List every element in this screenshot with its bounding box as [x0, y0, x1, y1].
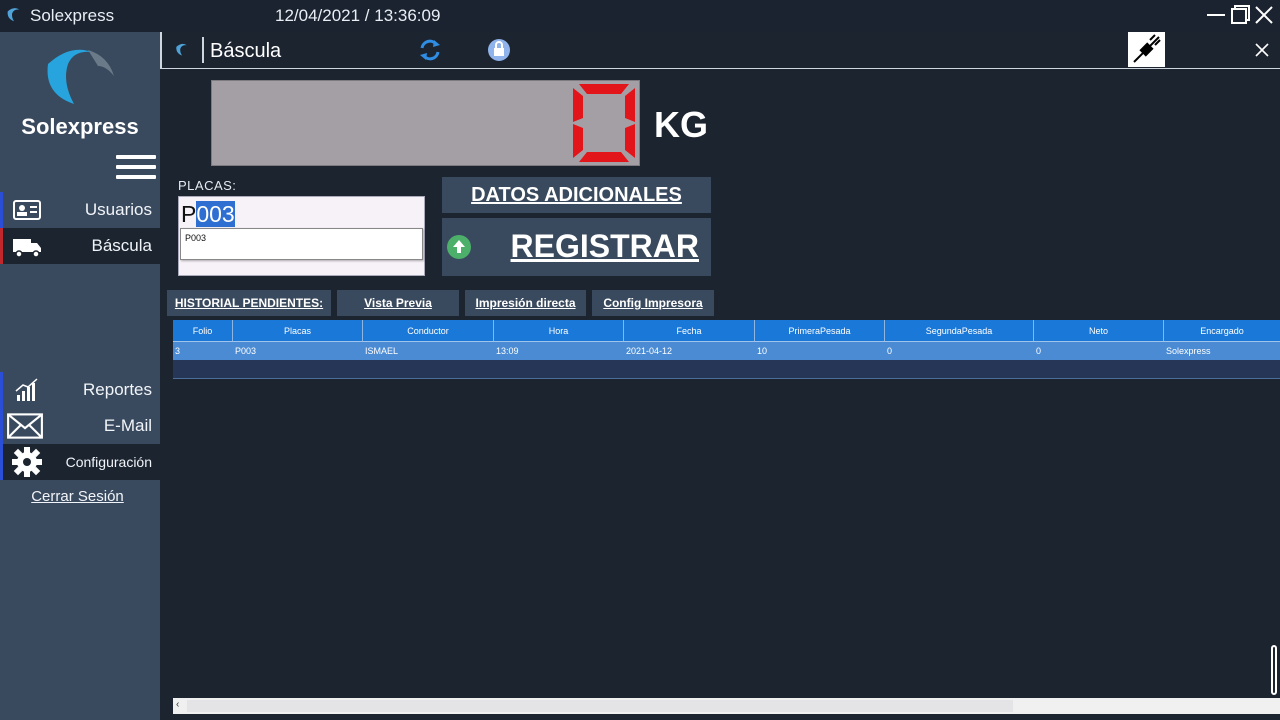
page-title: Báscula	[210, 40, 282, 62]
header-divider	[202, 37, 204, 63]
registrar-button[interactable]: REGISTRAR	[442, 218, 711, 276]
column-header[interactable]: Encargado	[1164, 320, 1280, 341]
scale-reading-text: 0	[604, 131, 605, 133]
table-new-row[interactable]	[173, 360, 1280, 379]
horizontal-scrollbar[interactable]: ‹	[173, 698, 1280, 714]
column-header[interactable]: Folio	[173, 320, 233, 341]
app-logo-icon	[176, 43, 187, 56]
sidebar-item-bascula[interactable]: Báscula	[0, 228, 160, 264]
cell-placas: P003	[235, 346, 257, 356]
datos-adicionales-button[interactable]: DATOS ADICIONALES	[442, 177, 711, 213]
column-header[interactable]: PrimeraPesada	[755, 320, 885, 341]
plug-icon	[1133, 34, 1161, 63]
cell-segunda-pesada: 0	[887, 346, 893, 356]
column-header[interactable]: Fecha	[624, 320, 755, 341]
historial-pendientes-button[interactable]: HISTORIAL PENDIENTES:	[167, 290, 331, 316]
title-bar: Solexpress 12/04/2021 / 13:36:09	[0, 0, 1280, 32]
cell-encargado: Solexpress	[1166, 346, 1211, 356]
bar-chart-icon	[15, 378, 38, 401]
sidebar-item-configuracion[interactable]: Configuración	[0, 444, 160, 480]
close-window-icon[interactable]	[1253, 4, 1275, 26]
disconnect-button[interactable]	[1128, 32, 1165, 67]
pending-table[interactable]: Folio Placas Conductor Hora Fecha Primer…	[173, 320, 1280, 379]
cell-folio: 3	[175, 346, 181, 356]
scrollbar-thumb[interactable]	[187, 700, 1013, 712]
cell-neto: 0	[1036, 346, 1042, 356]
refresh-icon[interactable]	[418, 38, 442, 62]
gear-icon	[12, 447, 42, 477]
sidebar-item-reportes[interactable]: Reportes	[0, 372, 160, 408]
envelope-icon	[7, 413, 43, 439]
sidebar-item-label: Báscula	[91, 236, 152, 255]
scroll-left-icon[interactable]: ‹	[176, 699, 179, 710]
cell-conductor: ISMAEL	[365, 346, 399, 356]
column-header[interactable]: Hora	[494, 320, 624, 341]
autocomplete-item[interactable]: P003	[185, 233, 206, 243]
cell-primera-pesada: 10	[757, 346, 768, 356]
logout-link[interactable]: Cerrar Sesión	[0, 488, 155, 505]
minimize-icon[interactable]	[1205, 4, 1227, 26]
placas-value-prefix: P	[181, 201, 197, 227]
column-header[interactable]: Placas	[233, 320, 363, 341]
brand-logo-icon	[47, 49, 114, 104]
hamburger-menu-icon[interactable]	[116, 155, 156, 181]
table-row[interactable]: 3 P003 ISMAEL 13:09 2021-04-12 10 0 0 So…	[173, 342, 1280, 360]
registrar-label: REGISTRAR	[510, 228, 699, 264]
column-header[interactable]: Neto	[1034, 320, 1164, 341]
cell-hora: 13:09	[496, 346, 519, 356]
app-name: Solexpress	[30, 6, 115, 25]
table-header: Folio Placas Conductor Hora Fecha Primer…	[173, 320, 1280, 342]
lock-icon[interactable]	[487, 38, 511, 62]
vertical-scrollbar-thumb[interactable]	[1271, 645, 1277, 695]
sidebar-item-label: Usuarios	[84, 200, 152, 219]
brand-name: Solexpress	[21, 114, 139, 139]
config-impresora-button[interactable]: Config Impresora	[592, 290, 714, 316]
scale-reading-digit: 0	[573, 84, 635, 162]
vista-previa-button[interactable]: Vista Previa	[337, 290, 459, 316]
placas-value-selected: 003	[196, 201, 235, 227]
placas-value: P003	[181, 201, 235, 228]
datetime: 12/04/2021 / 13:36:09	[275, 6, 441, 25]
sidebar-item-email[interactable]: E-Mail	[0, 408, 160, 444]
close-icon[interactable]	[1252, 40, 1272, 60]
maximize-icon[interactable]	[1229, 4, 1251, 26]
truck-icon	[13, 239, 41, 258]
sidebar-item-usuarios[interactable]: Usuarios	[0, 192, 160, 228]
column-header[interactable]: Conductor	[363, 320, 494, 341]
app-logo-icon	[7, 8, 20, 22]
cell-fecha: 2021-04-12	[626, 346, 673, 356]
sidebar-item-label: Configuración	[65, 454, 152, 470]
datos-adicionales-label: DATOS ADICIONALES	[471, 184, 682, 206]
page-header: Báscula	[160, 32, 1280, 69]
sidebar: Solexpress Usuarios Báscula Reportes E-M…	[0, 32, 160, 720]
column-header[interactable]: SegundaPesada	[885, 320, 1034, 341]
id-card-icon	[13, 200, 41, 220]
scale-unit: KG	[654, 104, 708, 145]
placas-label: PLACAS:	[178, 178, 237, 193]
sidebar-item-label: Reportes	[83, 380, 152, 399]
impresion-directa-button[interactable]: Impresión directa	[465, 290, 586, 316]
sidebar-item-label: E-Mail	[103, 416, 152, 435]
arrow-up-icon	[447, 235, 471, 259]
autocomplete-dropdown[interactable]: P003	[180, 228, 423, 260]
